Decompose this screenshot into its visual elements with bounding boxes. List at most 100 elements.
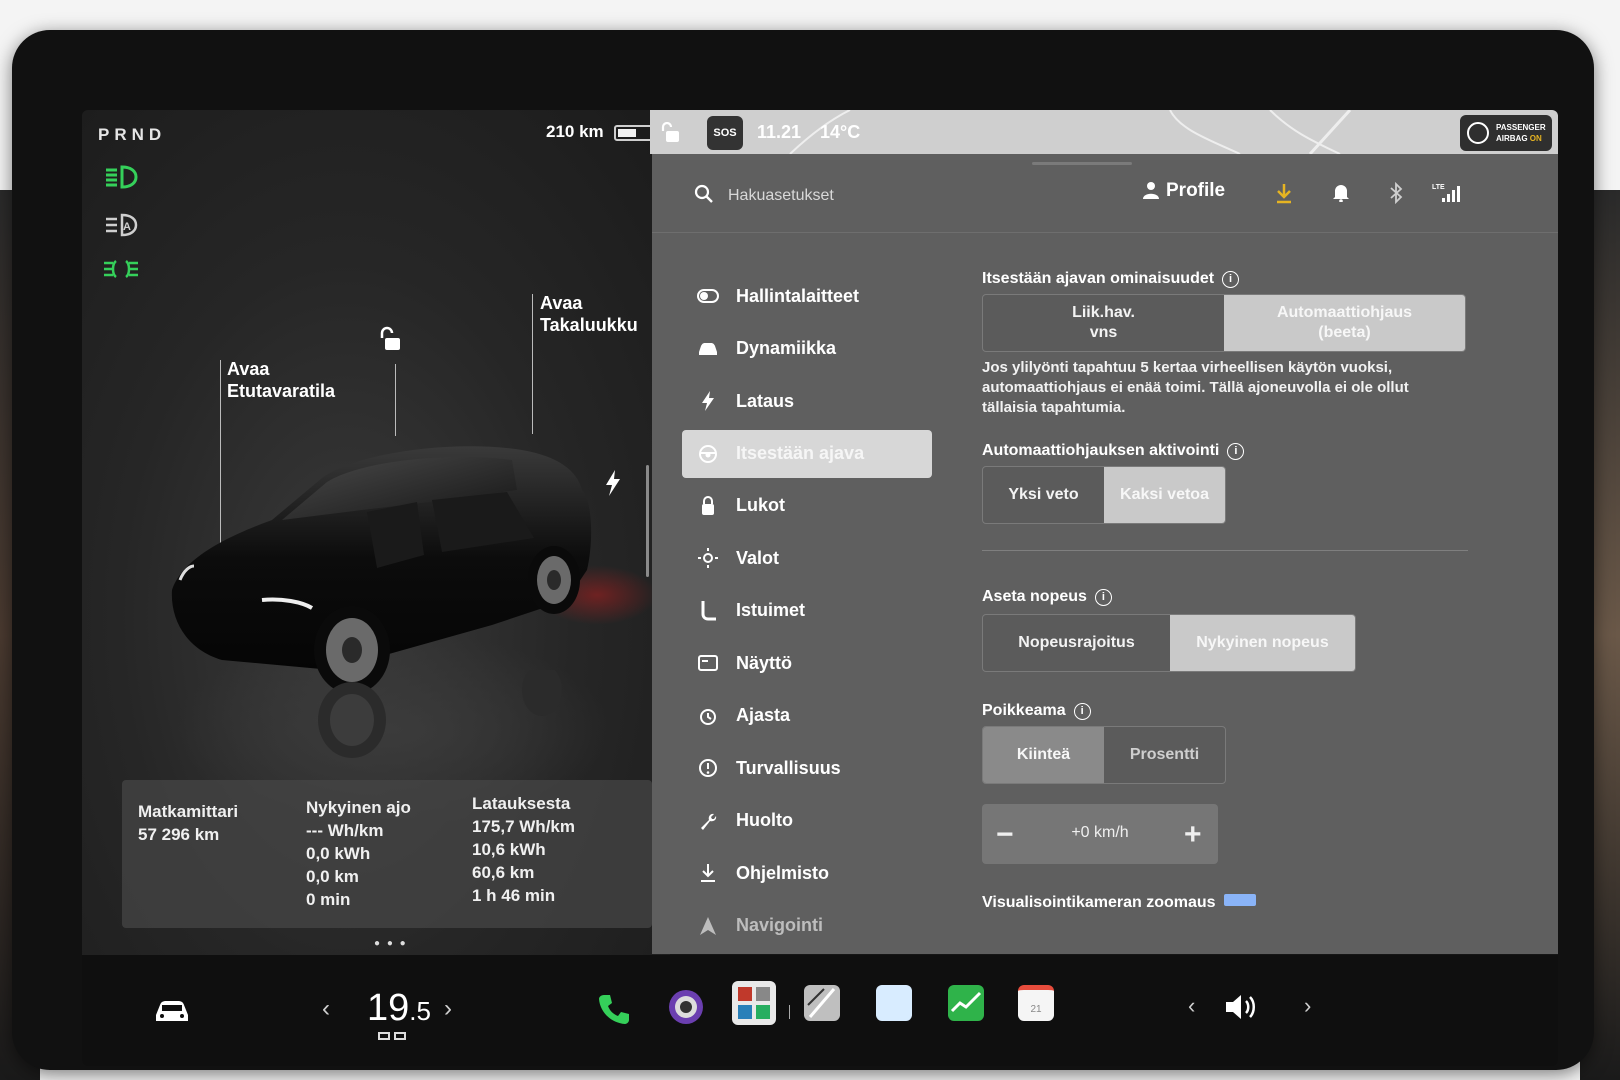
increase-offset-button[interactable]: + [1184, 818, 1202, 852]
sidebar-item-label: Dynamiikka [736, 338, 837, 359]
sidebar-item-lataus[interactable]: Lataus [682, 375, 942, 428]
activation-title-text: Automaattiohjauksen aktivointi [982, 442, 1220, 459]
temp-decimal: .5 [409, 996, 431, 1026]
sun-icon [694, 548, 722, 569]
display-icon [694, 655, 722, 672]
alert-circle-icon [694, 758, 722, 778]
person-icon [1143, 182, 1159, 199]
search-icon[interactable] [694, 184, 714, 204]
since-charge-duration: 1 h 46 min [472, 886, 556, 905]
sidebar-item-huolto[interactable]: Huolto [682, 795, 942, 848]
clock: 11.21 [757, 122, 802, 142]
apps-launcher-icon[interactable] [732, 981, 776, 1025]
parking-lights-icon[interactable] [102, 254, 140, 284]
current-trip-duration: 0 min [306, 890, 351, 909]
current-trip-efficiency: --- Wh/km [306, 821, 384, 840]
current-trip-energy: 0,0 kWh [306, 844, 371, 863]
sidebar-item-näyttö[interactable]: Näyttö [682, 637, 942, 690]
option-fixed[interactable]: Kiinteä [983, 727, 1104, 783]
since-charge-energy: 10,6 kWh [472, 840, 546, 859]
sidebar-item-istuimet[interactable]: Istuimet [682, 585, 942, 638]
charge-port-icon[interactable] [604, 470, 622, 496]
features-title-text: Itsestään ajavan ominaisuudet [982, 270, 1215, 287]
settings-panel: Profile LTE [652, 154, 1558, 954]
bottom-bar: ‹ 19.5 › 21 ‹ › [82, 955, 1558, 1066]
since-charge-stat: Latauksesta 175,7 Wh/km 10,6 kWh 60,6 km… [472, 792, 575, 907]
offset-value: +0 km/h [1071, 824, 1129, 841]
option-single-pull[interactable]: Yksi veto [983, 467, 1104, 523]
energy-app-icon[interactable] [948, 985, 984, 1021]
sidebar-item-hallintalaitteet[interactable]: Hallintalaitteet [682, 270, 942, 323]
temp-decrease-chevron-icon[interactable]: ‹ [322, 995, 330, 1023]
wrench-icon [694, 811, 722, 831]
camera-app-icon[interactable] [666, 987, 706, 1027]
auto-high-beam-icon[interactable]: A [102, 210, 140, 240]
steering-wheel-icon [694, 444, 722, 464]
sidebar-item-navigointi[interactable]: Navigointi [682, 900, 942, 953]
activation-section-title: Automaattiohjauksen aktivointi i [982, 442, 1245, 460]
sidebar-item-label: Itsestään ajava [736, 443, 865, 463]
odometer-title: Matkamittari [138, 802, 239, 821]
features-segmented-control[interactable]: Liik.hav. vns Automaattiohjaus (beeta) [982, 294, 1466, 352]
notification-bell-icon[interactable] [1332, 182, 1350, 202]
sos-button[interactable]: SOS [707, 116, 743, 150]
volume-down-chevron-icon[interactable]: ‹ [1188, 993, 1195, 1019]
sidebar-item-label: Hallintalaitteet [736, 285, 860, 306]
navigation-app-icon[interactable] [804, 985, 840, 1021]
temp-increase-chevron-icon[interactable]: › [444, 995, 452, 1023]
info-icon[interactable]: i [1094, 589, 1112, 606]
airbag-line1: PASSENGER [1496, 123, 1546, 132]
navigation-icon [694, 916, 722, 936]
sidebar-item-lukot[interactable]: Lukot [682, 480, 942, 533]
trip-stats-card[interactable]: Matkamittari 57 296 km Nykyinen ajo --- … [122, 780, 652, 928]
option-autosteer-beta[interactable]: Automaattiohjaus (beeta) [1224, 295, 1465, 351]
profile-button[interactable]: Profile [1142, 180, 1225, 202]
volume-icon[interactable] [1222, 991, 1262, 1023]
calendar-app-icon[interactable]: 21 [1018, 985, 1054, 1021]
cabin-temperature[interactable]: 19.5 [367, 987, 431, 1030]
sidebar-item-label: Ohjelmisto [736, 862, 830, 883]
panel-drag-handle[interactable] [1032, 162, 1132, 165]
sidebar-item-label: Valot [736, 547, 780, 568]
volume-up-chevron-icon[interactable]: › [1304, 993, 1311, 1019]
lte-signal-icon[interactable]: LTE [1432, 182, 1462, 204]
activation-segmented-control[interactable]: Yksi veto Kaksi vetoa [982, 466, 1226, 524]
top-bar-divider [652, 232, 1558, 233]
set-speed-segmented-control[interactable]: Nopeusrajoitus Nykyinen nopeus [982, 614, 1356, 672]
sidebar-item-itsestään-ajava[interactable]: Itsestään ajava [682, 429, 932, 478]
sidebar-item-ohjelmisto[interactable]: Ohjelmisto [682, 847, 942, 900]
option-speed-limit[interactable]: Nopeusrajoitus [983, 615, 1170, 671]
option-traffic-aware-cruise[interactable]: Liik.hav. vns [983, 295, 1224, 351]
open-frunk-button[interactable]: Avaa Etutavaratila [227, 358, 335, 402]
card-page-dots[interactable]: ● ● ● [374, 938, 408, 949]
settings-search-input[interactable] [728, 178, 1088, 214]
svg-text:LTE: LTE [1432, 184, 1445, 191]
sidebar-item-turvallisuus[interactable]: Turvallisuus [682, 742, 942, 795]
car-panel-scrollbar[interactable] [646, 465, 649, 577]
current-trip-stat: Nykyinen ajo --- Wh/km 0,0 kWh 0,0 km 0 … [306, 796, 411, 911]
open-trunk-button[interactable]: Avaa Takaluukku [540, 292, 638, 336]
settings-top-bar: Profile LTE [652, 172, 1558, 222]
toggle-icon [694, 289, 722, 304]
download-update-icon[interactable] [1274, 182, 1294, 204]
car-unlocked-status-icon[interactable] [660, 122, 682, 144]
low-beam-headlight-icon[interactable] [102, 162, 140, 192]
phone-icon[interactable] [596, 991, 632, 1027]
seat-heater-icon[interactable] [377, 1031, 407, 1043]
bolt-icon [694, 391, 722, 412]
option-double-pull[interactable]: Kaksi vetoa [1104, 467, 1225, 523]
info-icon[interactable]: i [1227, 443, 1245, 460]
browser-app-icon[interactable] [876, 985, 912, 1021]
info-icon[interactable]: i [1222, 271, 1240, 288]
info-icon[interactable]: i [1073, 703, 1091, 720]
sidebar-item-ajasta[interactable]: Ajasta [682, 690, 942, 743]
unlock-icon[interactable] [378, 326, 406, 354]
option-current-speed[interactable]: Nykyinen nopeus [1170, 615, 1355, 671]
offset-segmented-control[interactable]: Kiinteä Prosentti [982, 726, 1226, 784]
option-percentage[interactable]: Prosentti [1104, 727, 1225, 783]
camera-zoom-section-title: Visualisointikameran zoomaus [982, 894, 1256, 912]
car-controls-icon[interactable] [152, 997, 192, 1025]
sidebar-item-valot[interactable]: Valot [682, 532, 942, 585]
bluetooth-icon[interactable] [1388, 182, 1404, 204]
sidebar-item-dynamiikka[interactable]: Dynamiikka [682, 323, 942, 376]
